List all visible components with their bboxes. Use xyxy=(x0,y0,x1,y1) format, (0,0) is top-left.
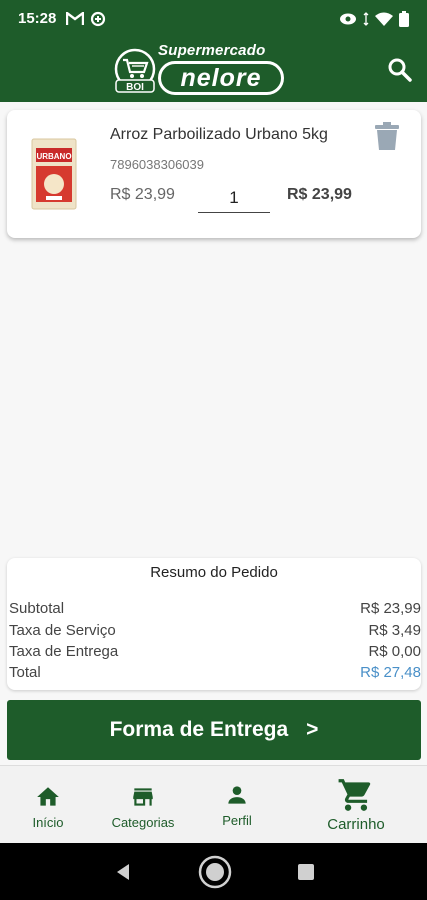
search-icon[interactable] xyxy=(387,57,413,83)
nav-label: Carrinho xyxy=(327,816,385,833)
summary-row-delivery-fee: Taxa de Entrega R$ 0,00 xyxy=(9,643,421,660)
store-icon xyxy=(133,788,153,806)
nav-label: Perfil xyxy=(222,813,252,828)
product-image: URBANO xyxy=(31,138,77,210)
logo-badge-text: BOI xyxy=(126,82,144,93)
summary-row-service-fee: Taxa de Serviço R$ 3,49 xyxy=(9,622,421,639)
summary-row-total: Total R$ 27,48 xyxy=(9,664,421,681)
summary-label: Taxa de Entrega xyxy=(9,643,119,660)
android-nav-bar xyxy=(0,843,427,900)
summary-label: Subtotal xyxy=(9,600,65,617)
product-barcode: 7896038306039 xyxy=(110,157,204,172)
supermercado-nelore-logo: BOI Supermercado nelore xyxy=(114,42,286,100)
wifi-icon xyxy=(375,12,393,26)
summary-title: Resumo do Pedido xyxy=(150,564,278,581)
status-time: 15:28 xyxy=(18,10,57,27)
home-icon xyxy=(37,787,59,806)
status-bar: 15:28 xyxy=(0,0,427,37)
nav-label: Início xyxy=(32,815,64,830)
nav-label: Categorias xyxy=(111,815,175,830)
app-header: BOI Supermercado nelore xyxy=(0,37,427,102)
cart-icon xyxy=(338,779,371,811)
summary-label: Taxa de Serviço xyxy=(9,622,116,639)
recents-icon[interactable] xyxy=(297,863,315,881)
nav-item-perfil[interactable]: Perfil xyxy=(207,766,267,844)
home-circle-icon[interactable] xyxy=(198,855,232,889)
nav-item-inicio[interactable]: Início xyxy=(18,766,78,844)
nav-item-categorias[interactable]: Categorias xyxy=(102,766,184,844)
eye-icon xyxy=(340,13,356,24)
summary-row-subtotal: Subtotal R$ 23,99 xyxy=(9,600,421,617)
back-icon[interactable] xyxy=(113,862,133,882)
summary-total-value: R$ 27,48 xyxy=(360,664,421,681)
product-name: Arroz Parboilizado Urbano 5kg xyxy=(110,126,328,143)
gmail-icon xyxy=(66,11,85,25)
product-image-label: URBANO xyxy=(36,152,71,161)
logo-cart-badge-icon: BOI xyxy=(114,48,156,93)
delete-item-button[interactable] xyxy=(375,122,399,150)
bottom-nav: Início Categorias Perfil Carrinho xyxy=(0,765,427,843)
logo-brand-text: nelore xyxy=(158,61,284,95)
nav-item-carrinho[interactable]: Carrinho xyxy=(318,766,394,844)
summary-label: Total xyxy=(9,664,41,681)
line-total: R$ 23,99 xyxy=(287,186,352,203)
summary-value: R$ 0,00 xyxy=(368,643,421,660)
summary-value: R$ 23,99 xyxy=(360,600,421,617)
summary-value: R$ 3,49 xyxy=(368,622,421,639)
person-icon xyxy=(228,786,246,804)
delivery-method-button[interactable]: Forma de Entrega > xyxy=(7,700,421,760)
quantity-input[interactable] xyxy=(198,184,270,213)
chevron-right-icon: > xyxy=(306,718,319,741)
order-summary-card: Resumo do Pedido Subtotal R$ 23,99 Taxa … xyxy=(7,558,421,690)
sync-icon xyxy=(91,11,106,26)
logo-top-text: Supermercado xyxy=(158,42,266,59)
data-arrows-icon xyxy=(363,11,369,26)
delivery-button-label: Forma de Entrega xyxy=(109,718,289,741)
cart-item-card: URBANO Arroz Parboilizado Urbano 5kg 789… xyxy=(7,110,421,238)
unit-price: R$ 23,99 xyxy=(110,186,175,203)
battery-icon xyxy=(399,10,409,27)
